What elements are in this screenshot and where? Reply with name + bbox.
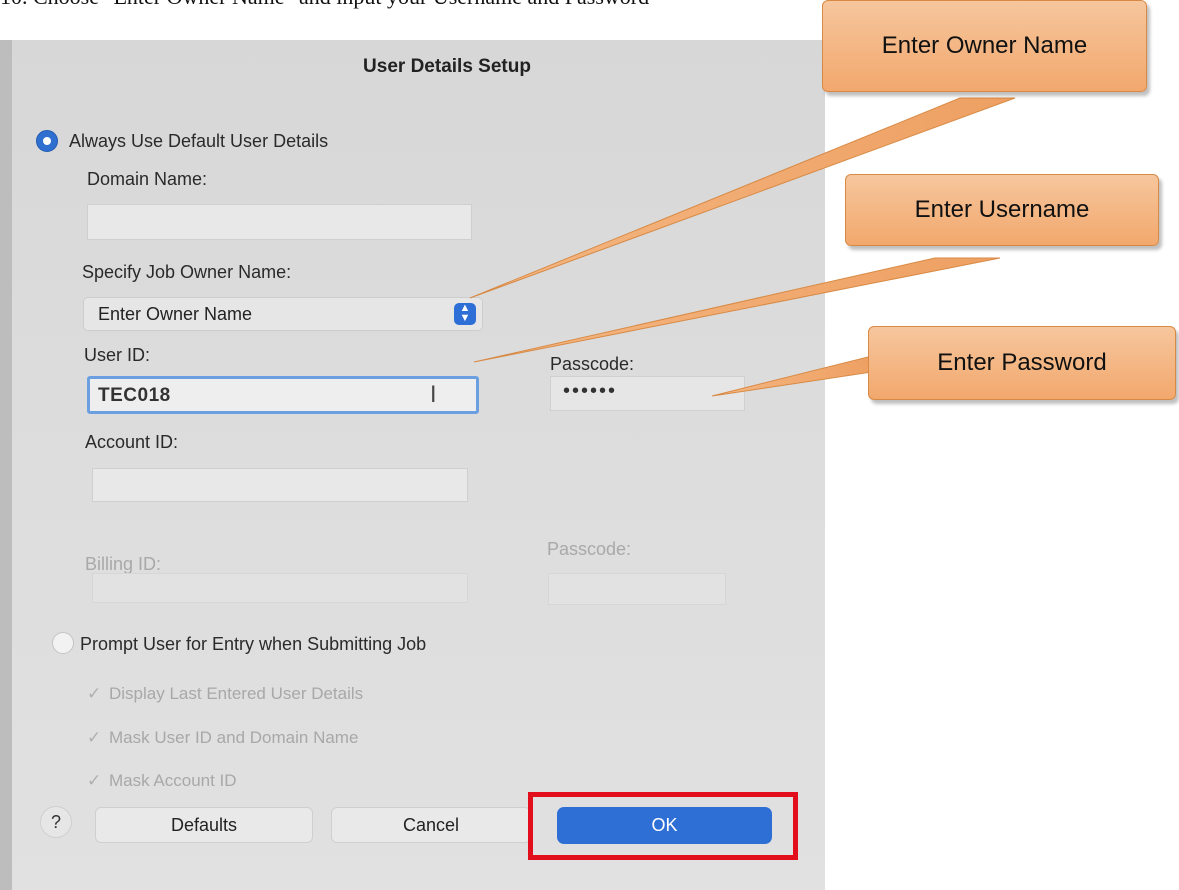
billing-passcode-field: [548, 573, 726, 605]
account-id-label: Account ID:: [85, 432, 179, 452]
checkmark-icon: ✓: [87, 684, 102, 703]
callout-enter-owner-name: Enter Owner Name: [822, 0, 1147, 92]
domain-name-field[interactable]: [87, 204, 472, 240]
chevron-updown-icon[interactable]: ▲ ▼: [454, 303, 476, 325]
help-button[interactable]: ?: [40, 806, 72, 838]
domain-name-label: Domain Name:: [87, 169, 208, 189]
cancel-button[interactable]: Cancel: [331, 807, 531, 843]
passcode-label: Passcode:: [550, 354, 635, 374]
photo-edge: [0, 40, 12, 890]
default-details-label: Always Use Default User Details: [69, 131, 329, 151]
billing-id-field: [92, 573, 468, 603]
checkmark-icon: ✓: [87, 728, 102, 747]
user-details-dialog: User Details Setup Always Use Default Us…: [12, 40, 825, 890]
defaults-button[interactable]: Defaults: [95, 807, 313, 843]
passcode-field[interactable]: ••••••: [550, 376, 745, 411]
check-display-last: ✓ Display Last Entered User Details: [87, 684, 364, 703]
callout-enter-password: Enter Password: [868, 326, 1176, 400]
checkmark-icon: ✓: [87, 771, 102, 790]
dialog-photo: User Details Setup Always Use Default Us…: [0, 40, 825, 890]
dialog-title: User Details Setup: [363, 56, 531, 77]
default-details-radio[interactable]: [36, 130, 58, 152]
user-id-label: User ID:: [84, 345, 151, 365]
check-mask-account-id: ✓ Mask Account ID: [87, 771, 237, 790]
user-id-value: TEC018: [98, 385, 171, 406]
job-owner-select[interactable]: Enter Owner Name ▲ ▼: [83, 297, 483, 331]
prompt-user-label: Prompt User for Entry when Submitting Jo…: [80, 634, 427, 654]
text-cursor-icon: I: [430, 383, 437, 408]
billing-id-label: Billing ID:: [85, 554, 162, 574]
check-mask-user-id: ✓ Mask User ID and Domain Name: [87, 728, 359, 747]
billing-passcode-label: Passcode:: [547, 539, 632, 559]
job-owner-label: Specify Job Owner Name:: [82, 262, 292, 282]
callout-enter-username: Enter Username: [845, 174, 1159, 246]
prompt-user-radio[interactable]: [52, 632, 74, 654]
job-owner-selected: Enter Owner Name: [98, 304, 253, 324]
passcode-value: ••••••: [563, 380, 618, 402]
account-id-field[interactable]: [92, 468, 468, 502]
user-id-field[interactable]: TEC018 I: [87, 376, 479, 414]
ok-highlight-frame: [528, 792, 798, 860]
